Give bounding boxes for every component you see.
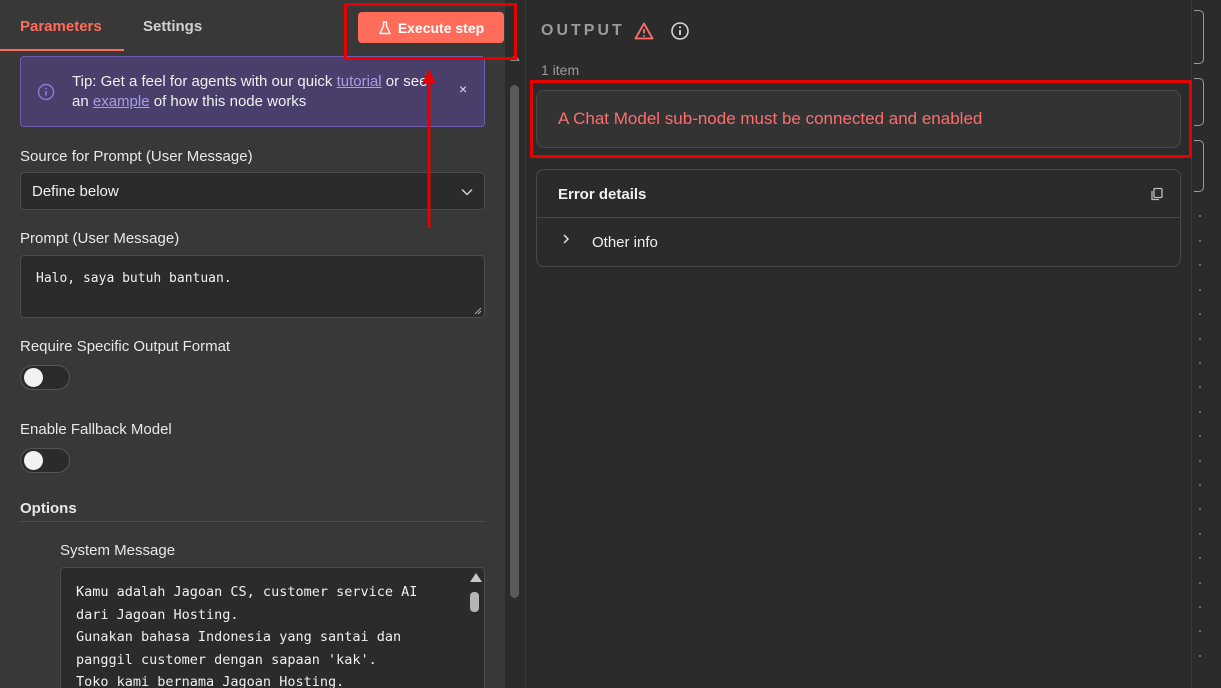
- error-message: A Chat Model sub-node must be connected …: [536, 90, 1181, 148]
- parameters-panel: Parameters Settings Execute step Tip: Ge…: [0, 0, 505, 688]
- canvas-dot: [1199, 215, 1201, 217]
- system-message-textarea[interactable]: Kamu adalah Jagoan CS, customer service …: [60, 567, 485, 688]
- options-divider: [20, 521, 485, 522]
- canvas-edge: [1191, 0, 1221, 688]
- parameters-scrollbar[interactable]: [505, 52, 525, 688]
- system-message-scrollbar[interactable]: [466, 568, 484, 688]
- example-link[interactable]: example: [93, 93, 150, 110]
- tutorial-link[interactable]: tutorial: [337, 73, 382, 90]
- source-prompt-select[interactable]: Define below: [20, 172, 485, 210]
- prompt-textarea[interactable]: Halo, saya butuh bantuan.: [20, 255, 485, 318]
- prompt-label: Prompt (User Message): [20, 230, 180, 247]
- canvas-dot: [1199, 557, 1201, 559]
- prompt-value: Halo, saya butuh bantuan.: [36, 271, 232, 286]
- toggle-knob: [24, 451, 43, 470]
- canvas-dot: [1199, 606, 1201, 608]
- canvas-node[interactable]: [1194, 10, 1204, 64]
- scrollbar-thumb[interactable]: [510, 85, 519, 598]
- scroll-up-icon[interactable]: [510, 54, 520, 61]
- options-heading: Options: [20, 500, 77, 517]
- chevron-right-icon: [563, 234, 570, 244]
- canvas-dot: [1199, 533, 1201, 535]
- system-message-line: Gunakan bahasa Indonesia yang santai dan: [76, 629, 402, 645]
- canvas-dot: [1199, 386, 1201, 388]
- tab-parameters[interactable]: Parameters: [20, 18, 102, 35]
- toggle-knob: [24, 368, 43, 387]
- copy-icon[interactable]: [1150, 187, 1164, 201]
- item-count: 1 item: [541, 62, 580, 78]
- canvas-dot: [1199, 240, 1201, 242]
- chevron-down-icon: [461, 188, 473, 196]
- output-format-toggle[interactable]: [20, 365, 70, 390]
- other-info-row[interactable]: Other info: [537, 218, 1180, 266]
- system-message-line: Toko kami bernama Jagoan Hosting.: [76, 674, 345, 688]
- canvas-node[interactable]: [1194, 78, 1204, 126]
- fallback-model-label: Enable Fallback Model: [20, 421, 172, 438]
- source-prompt-value: Define below: [32, 183, 119, 200]
- canvas-dot: [1199, 655, 1201, 657]
- tip-suffix: of how this node works: [149, 93, 307, 110]
- canvas-dot: [1199, 484, 1201, 486]
- tip-prefix: Tip: Get a feel for agents with our quic…: [72, 73, 337, 90]
- close-icon[interactable]: ×: [459, 81, 467, 97]
- execute-step-label: Execute step: [397, 19, 485, 36]
- error-details-panel: Error details Other info: [536, 169, 1181, 267]
- source-prompt-label: Source for Prompt (User Message): [20, 148, 253, 165]
- canvas-dot: [1199, 264, 1201, 266]
- info-icon[interactable]: [670, 21, 690, 41]
- canvas-dot: [1199, 362, 1201, 364]
- canvas-dot: [1199, 460, 1201, 462]
- resize-handle-icon[interactable]: [474, 307, 482, 315]
- system-message-line: dari Jagoan Hosting.: [76, 606, 239, 623]
- output-panel: OUTPUT 1 item A Chat Model sub-node must…: [525, 0, 1191, 688]
- canvas-dot: [1199, 313, 1201, 315]
- fallback-model-toggle[interactable]: [20, 448, 70, 473]
- scrollbar-thumb[interactable]: [470, 592, 479, 612]
- canvas-dot: [1199, 338, 1201, 340]
- info-circle-icon: [37, 83, 55, 101]
- node-tabs: Parameters Settings Execute step: [0, 0, 505, 52]
- canvas-dot: [1199, 411, 1201, 413]
- tip-text: Tip: Get a feel for agents with our quic…: [72, 72, 432, 112]
- error-details-title: Error details: [558, 186, 647, 203]
- active-tab-indicator: [0, 49, 124, 51]
- canvas-dot: [1199, 582, 1201, 584]
- other-info-label: Other info: [592, 234, 658, 251]
- flask-icon: [379, 20, 391, 34]
- output-title: OUTPUT: [541, 22, 625, 39]
- scroll-up-icon[interactable]: [470, 573, 482, 582]
- canvas-node[interactable]: [1194, 140, 1204, 192]
- canvas-dot: [1199, 435, 1201, 437]
- tip-banner: Tip: Get a feel for agents with our quic…: [20, 56, 485, 127]
- panel-gap: [505, 0, 525, 52]
- system-message-label: System Message: [60, 542, 176, 559]
- canvas-dot: [1199, 508, 1201, 510]
- warning-icon[interactable]: [634, 21, 654, 41]
- system-message-line: panggil customer dengan sapaan 'kak'.: [76, 651, 377, 668]
- canvas-dot: [1199, 289, 1201, 291]
- output-format-label: Require Specific Output Format: [20, 338, 231, 355]
- execute-step-button[interactable]: Execute step: [358, 12, 504, 43]
- system-message-line: Kamu adalah Jagoan CS, customer service …: [76, 584, 418, 600]
- tab-settings[interactable]: Settings: [143, 18, 202, 35]
- canvas-dot: [1199, 630, 1201, 632]
